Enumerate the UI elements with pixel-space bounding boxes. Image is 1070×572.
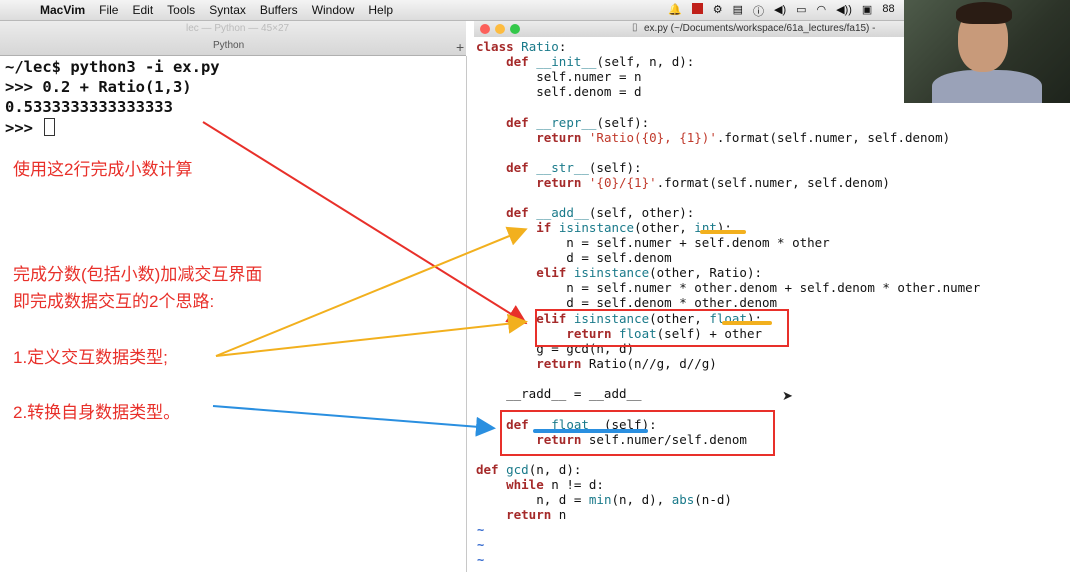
annotation-decimal-calc: 使用这2行完成小数计算 <box>13 160 193 179</box>
yellow-arrow-to-float-check <box>215 313 528 357</box>
annotation-idea-1: 1.定义交互数据类型; <box>13 348 168 367</box>
annotation-idea-2: 2.转换自身数据类型。 <box>13 403 181 422</box>
blue-arrow-to-float-method <box>212 405 496 437</box>
red-arrow-to-float-branch <box>202 121 528 325</box>
annotation-fraction-interface: 完成分数(包括小数)加减交互界面 <box>13 265 263 284</box>
annotation-overlay <box>202 121 772 437</box>
annotation-two-ideas: 即完成数据交互的2个思路: <box>13 292 215 311</box>
